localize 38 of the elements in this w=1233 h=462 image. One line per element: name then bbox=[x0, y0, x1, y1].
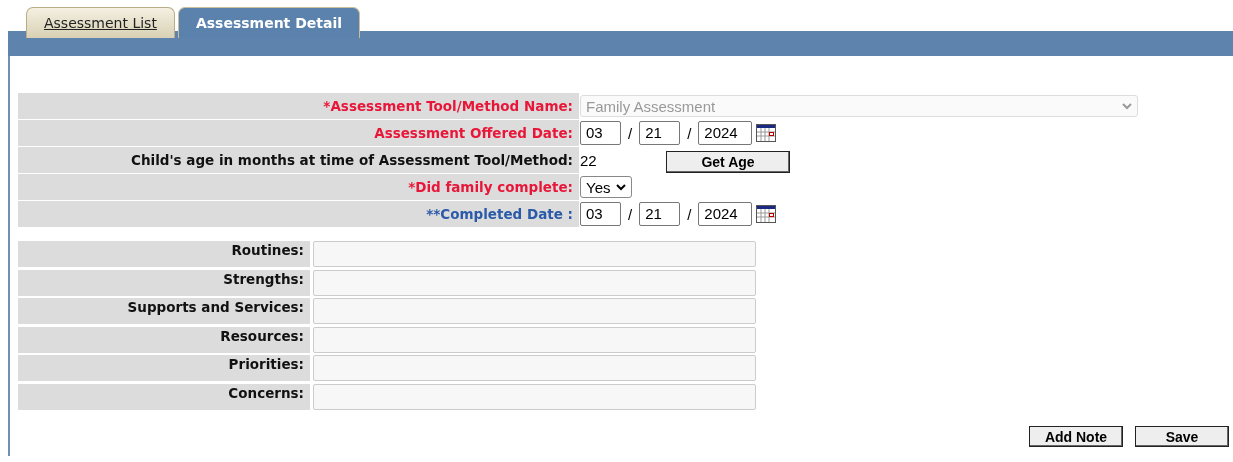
field-label: Strengths: bbox=[18, 269, 310, 296]
field-label: Priorities: bbox=[18, 355, 310, 382]
calendar-icon[interactable] bbox=[756, 205, 777, 223]
day-field[interactable]: 21 bbox=[639, 121, 681, 145]
text-field[interactable] bbox=[313, 326, 756, 353]
tab[interactable]: Assessment List bbox=[26, 7, 175, 38]
age-value: 22 bbox=[580, 151, 598, 169]
field-label: Routines: bbox=[18, 241, 310, 267]
text-field[interactable] bbox=[313, 269, 756, 296]
field-label: Child's age in months at time of Assessment Tool/Method: bbox=[18, 147, 579, 173]
field-label: *Assessment Tool/Method Name: bbox=[18, 93, 579, 119]
text-field[interactable] bbox=[313, 298, 756, 325]
action-button[interactable]: Save bbox=[1135, 426, 1229, 447]
date-separator: / bbox=[628, 205, 633, 223]
year-field[interactable]: 2024 bbox=[698, 121, 753, 145]
tab[interactable]: Assessment Detail bbox=[177, 7, 361, 38]
chevron-icon bbox=[616, 183, 627, 191]
field-label: *Did family complete: bbox=[18, 174, 579, 200]
field-label: **Completed Date : bbox=[18, 201, 579, 227]
get-age-button[interactable]: Get Age bbox=[666, 151, 790, 173]
date-separator: / bbox=[628, 124, 633, 142]
dropdown[interactable]: Yes bbox=[580, 176, 633, 198]
field-label: Resources: bbox=[18, 326, 310, 353]
month-field[interactable]: 03 bbox=[580, 121, 621, 145]
text-field[interactable] bbox=[313, 383, 756, 410]
field-label: Concerns: bbox=[18, 383, 310, 410]
action-button[interactable]: Add Note bbox=[1029, 426, 1123, 447]
field-label: Supports and Services: bbox=[18, 298, 310, 325]
text-field[interactable] bbox=[313, 355, 756, 382]
field-label: Assessment Offered Date: bbox=[18, 120, 579, 146]
day-field[interactable]: 21 bbox=[639, 202, 681, 226]
date-separator: / bbox=[687, 205, 692, 223]
date-separator: / bbox=[687, 124, 692, 142]
text-field[interactable] bbox=[313, 241, 756, 267]
chevron-icon bbox=[1122, 102, 1132, 110]
month-field[interactable]: 03 bbox=[580, 202, 621, 226]
calendar-icon[interactable] bbox=[756, 124, 777, 142]
year-field[interactable]: 2024 bbox=[698, 202, 753, 226]
